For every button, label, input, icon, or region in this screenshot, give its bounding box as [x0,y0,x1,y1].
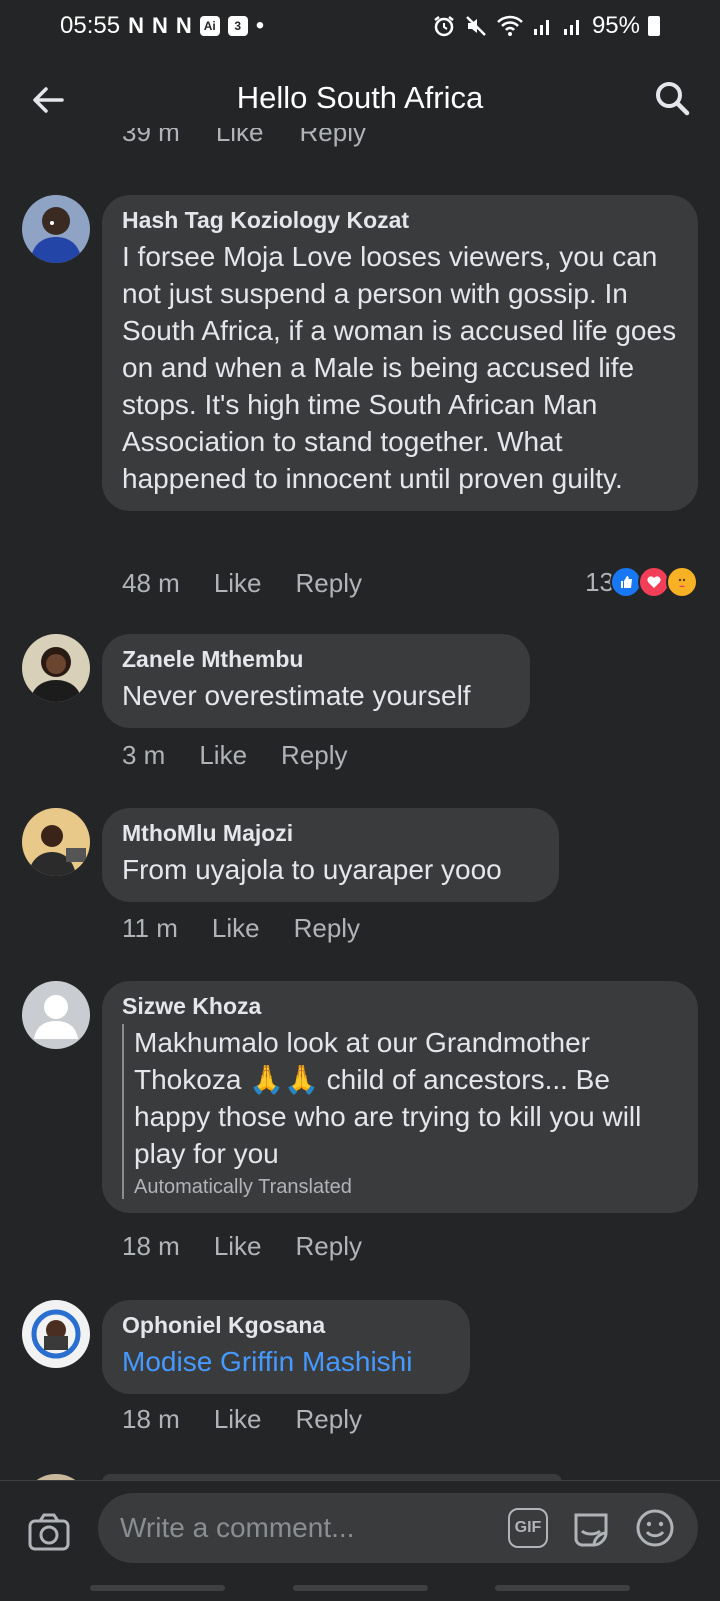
comment-time: 11 m [122,913,178,943]
comment-meta: 3 m Like Reply [122,740,348,771]
like-link[interactable]: Like [216,128,264,154]
nav-back-button[interactable] [495,1585,630,1591]
comment-author[interactable]: Zanele Mthembu [122,646,510,673]
avatar[interactable] [22,634,90,702]
avatar[interactable] [22,195,90,263]
gif-icon[interactable]: GIF [508,1508,548,1548]
reaction-summary[interactable]: 13 [585,566,698,598]
notification-calendar-icon: 3 [227,16,248,36]
notification-n-icon: N [151,13,168,38]
comment-meta: 11 m Like Reply [122,913,360,944]
search-icon[interactable] [652,78,692,118]
wifi-icon [497,15,523,36]
page-title: Hello South Africa [236,80,484,115]
previous-comment-meta: 39 m Like Reply [122,128,366,154]
signal-icon [533,20,549,35]
comment-bubble[interactable]: Zanele Mthembu Never overestimate yourse… [102,634,530,728]
like-link[interactable]: Like [214,568,262,599]
like-link[interactable]: Like [212,913,260,944]
comment-text: From uyajola to uyaraper yooo [122,854,502,885]
comment-time: 3 m [122,740,166,770]
default-avatar-icon[interactable] [22,981,90,1049]
signal-icon [563,20,579,35]
reply-link[interactable]: Reply [281,740,347,771]
mute-icon [466,16,486,36]
camera-icon[interactable] [26,1509,72,1555]
comment-bubble[interactable]: MthoMlu Majozi From uyajola to uyaraper … [102,808,559,902]
comment-bubble[interactable]: Hash Tag Koziology Kozat I forsee Moja L… [102,195,698,511]
sticker-icon[interactable] [570,1507,612,1549]
nav-home-button[interactable] [293,1585,428,1591]
reply-link[interactable]: Reply [296,1231,362,1262]
notification-ai-icon: Ai [199,16,220,36]
comment-input-placeholder[interactable]: Write a comment... [120,1512,508,1544]
reply-link[interactable]: Reply [296,1404,362,1435]
comment-text: I forsee Moja Love looses viewers, you c… [122,241,677,494]
comment-meta: 18 m Like Reply [122,1231,362,1262]
notification-n-icon: N [175,13,192,38]
comment-author[interactable]: Hash Tag Koziology Kozat [122,207,678,234]
status-time: 05:55 [60,12,121,39]
comment-bubble[interactable]: Ophoniel Kgosana Modise Griffin Mashishi [102,1300,470,1394]
battery-percent: 95% [591,12,640,39]
comment-text: Never overestimate yourself [122,680,471,711]
comment-time: 39 m [122,128,180,147]
comment-composer: Write a comment... GIF [0,1480,720,1601]
composer-icons: GIF [508,1507,676,1549]
header: Hello South Africa [0,62,720,134]
reply-link[interactable]: Reply [300,128,366,154]
reply-link[interactable]: Reply [294,913,360,944]
avatar[interactable] [22,1300,90,1368]
system-nav-bar [0,1585,720,1591]
status-bar: 05:55 N N N Ai 3 • 95% [0,0,720,52]
comment-text: Makhumalo look at our Grandmother Thokoz… [134,1027,642,1169]
mention-link[interactable]: Modise Griffin Mashishi [122,1343,450,1380]
comment-author[interactable]: Sizwe Khoza [122,993,678,1020]
status-right: 95% [432,12,660,40]
battery-icon [648,16,660,36]
alarm-icon [434,16,454,37]
like-link[interactable]: Like [214,1231,262,1262]
comment-author[interactable]: MthoMlu Majozi [122,820,539,847]
avatar[interactable] [22,808,90,876]
nav-recents-button[interactable] [90,1585,225,1591]
care-reaction-icon [666,566,698,598]
reply-link[interactable]: Reply [296,568,362,599]
comment-time: 18 m [122,1231,180,1261]
comment-meta: 48 m Like Reply [122,568,362,599]
comment-input[interactable]: Write a comment... GIF [98,1493,698,1563]
comment-bubble[interactable]: Sizwe Khoza Makhumalo look at our Grandm… [102,981,698,1213]
like-link[interactable]: Like [199,740,247,771]
emoji-icon[interactable] [634,1507,676,1549]
back-arrow-icon[interactable] [28,80,68,120]
notification-n-icon: N [128,13,144,38]
notification-dot-icon: • [255,12,265,39]
comment-meta: 18 m Like Reply [122,1404,362,1435]
comment-time: 48 m [122,568,180,598]
comment-time: 18 m [122,1404,180,1434]
translation-note[interactable]: Automatically Translated [134,1176,678,1199]
like-link[interactable]: Like [214,1404,262,1435]
comment-author[interactable]: Ophoniel Kgosana [122,1312,450,1339]
status-left: 05:55 N N N Ai 3 • [60,12,264,40]
translated-block: Makhumalo look at our Grandmother Thokoz… [122,1024,678,1199]
